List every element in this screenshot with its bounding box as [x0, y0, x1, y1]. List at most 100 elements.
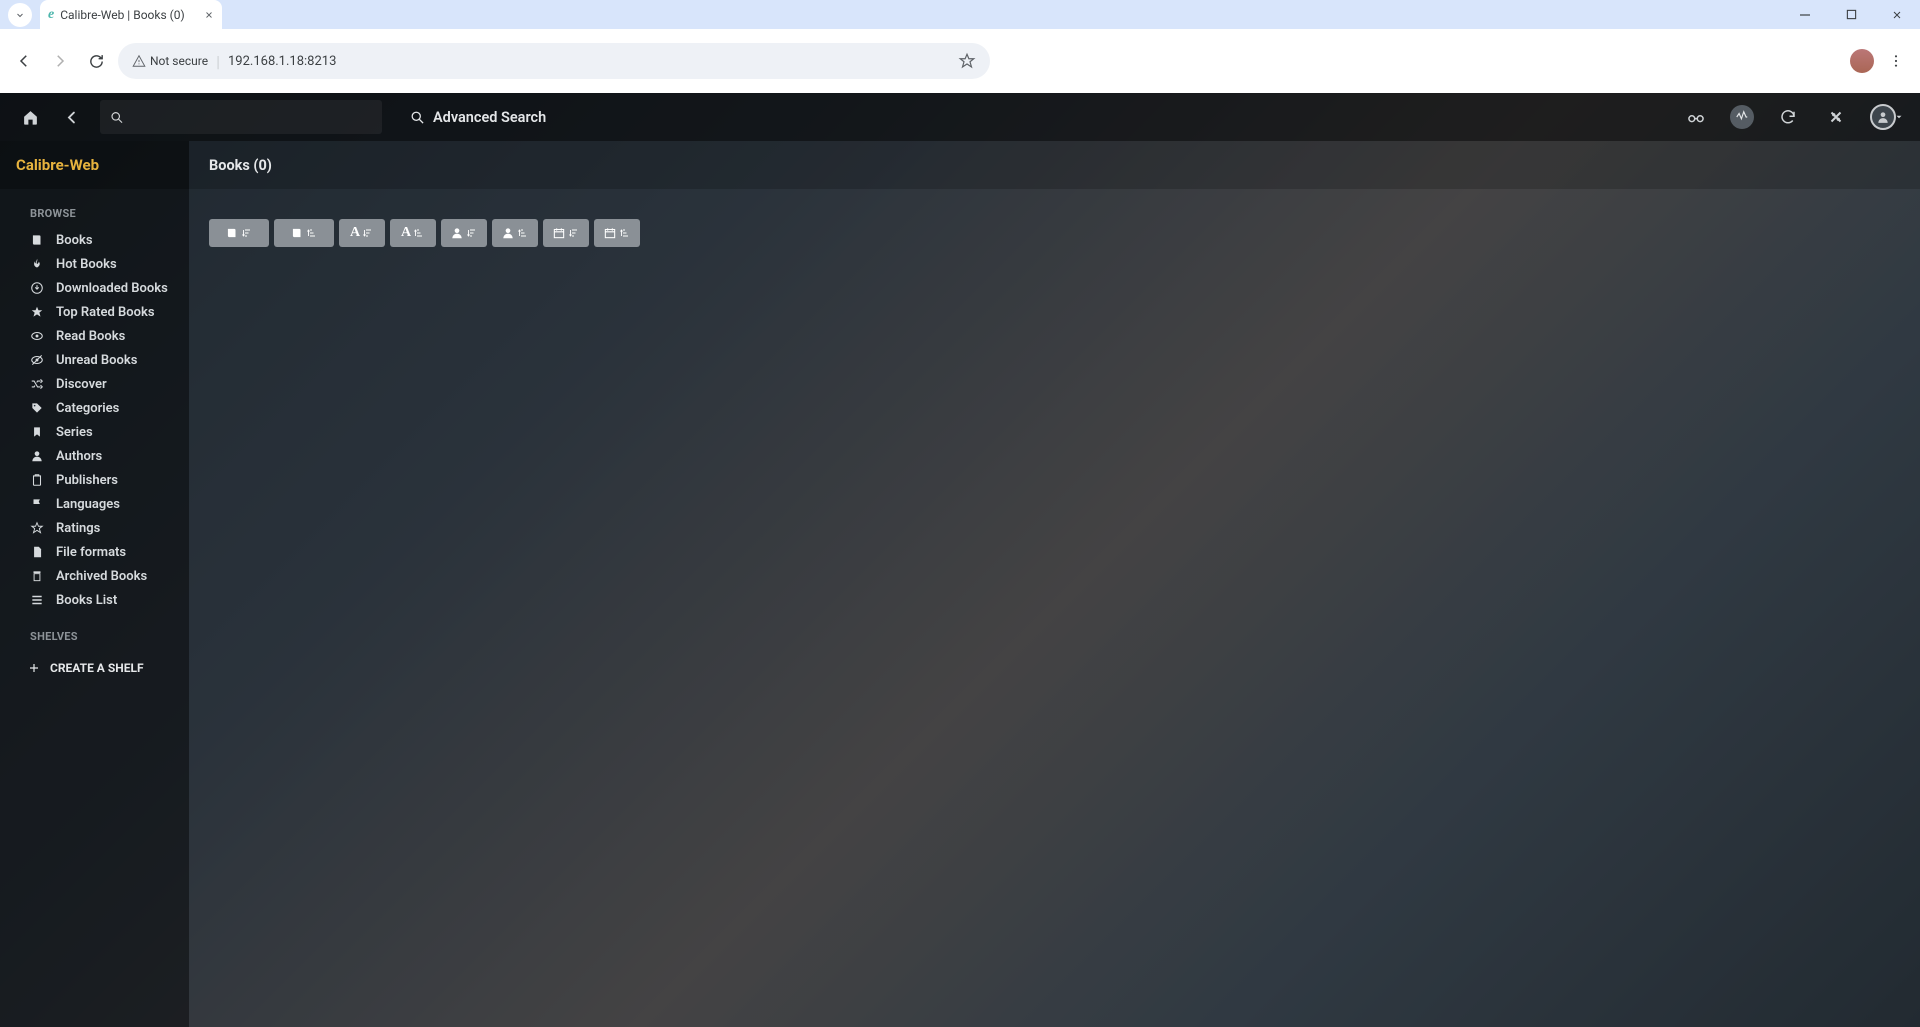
- download-icon: [30, 281, 44, 295]
- glasses-button[interactable]: [1682, 103, 1710, 131]
- minimize-button[interactable]: [1782, 0, 1828, 29]
- sort-book-asc-button[interactable]: [274, 219, 334, 247]
- address-bar[interactable]: Not secure | 192.168.1.18:8213: [118, 43, 990, 79]
- sidebar-item-label: Publishers: [56, 473, 118, 488]
- security-indicator[interactable]: Not secure: [132, 54, 208, 68]
- sidebar-item-label: Series: [56, 425, 93, 440]
- profile-menu[interactable]: [1870, 104, 1904, 130]
- page-title: Books (0): [189, 141, 1920, 189]
- sidebar-item-discover[interactable]: Discover: [0, 372, 189, 396]
- bookmark-star-icon[interactable]: [958, 52, 976, 70]
- sidebar-item-downloaded-books[interactable]: Downloaded Books: [0, 276, 189, 300]
- refresh-button[interactable]: [1774, 103, 1802, 131]
- app-back-button[interactable]: [58, 103, 86, 131]
- sidebar-item-label: Read Books: [56, 329, 125, 344]
- create-shelf-label: CREATE A SHELF: [50, 661, 144, 675]
- sidebar-item-label: Discover: [56, 377, 107, 392]
- sort-book-desc-button[interactable]: [209, 219, 269, 247]
- sidebar-item-hot-books[interactable]: Hot Books: [0, 252, 189, 276]
- browser-toolbar: Not secure | 192.168.1.18:8213: [0, 29, 1920, 93]
- sidebar-item-label: Books List: [56, 593, 117, 608]
- sort-date-desc-button[interactable]: [543, 219, 589, 247]
- eye-off-icon: [30, 353, 44, 367]
- sidebar: Calibre-Web BROWSE BooksHot Books Downloa…: [0, 141, 189, 1027]
- sidebar-item-label: Authors: [56, 449, 102, 464]
- sidebar-browse-label: BROWSE: [0, 189, 189, 228]
- profile-avatar[interactable]: [1850, 49, 1874, 73]
- home-button[interactable]: [16, 103, 44, 131]
- close-icon[interactable]: [204, 10, 214, 20]
- favicon-icon: e: [48, 7, 54, 23]
- user-icon: [30, 449, 44, 463]
- sort-date-asc-button[interactable]: [594, 219, 640, 247]
- sidebar-item-label: Ratings: [56, 521, 100, 536]
- sidebar-item-archived-books[interactable]: Archived Books: [0, 564, 189, 588]
- sidebar-item-label: Downloaded Books: [56, 281, 168, 296]
- file-icon: [30, 545, 44, 559]
- sidebar-item-top-rated-books[interactable]: Top Rated Books: [0, 300, 189, 324]
- sidebar-item-label: File formats: [56, 545, 126, 560]
- sidebar-shelves-label: SHELVES: [0, 612, 189, 651]
- sidebar-item-series[interactable]: Series: [0, 420, 189, 444]
- search-input[interactable]: [132, 109, 372, 125]
- window-controls: [1782, 0, 1920, 29]
- sidebar-item-unread-books[interactable]: Unread Books: [0, 348, 189, 372]
- tab-search-button[interactable]: [8, 3, 32, 27]
- eye-icon: [30, 329, 44, 343]
- app-brand[interactable]: Calibre-Web: [0, 141, 189, 189]
- sidebar-item-authors[interactable]: Authors: [0, 444, 189, 468]
- sidebar-item-books[interactable]: Books: [0, 228, 189, 252]
- caret-down-icon: [1894, 112, 1904, 122]
- sidebar-item-label: Top Rated Books: [56, 305, 155, 320]
- advanced-search-label: Advanced Search: [433, 109, 546, 126]
- tasks-button[interactable]: [1730, 105, 1754, 129]
- warning-icon: [132, 54, 146, 68]
- search-box[interactable]: [100, 100, 382, 134]
- reload-button[interactable]: [82, 47, 110, 75]
- close-window-button[interactable]: [1874, 0, 1920, 29]
- sort-toolbar: AA: [189, 189, 1920, 247]
- maximize-button[interactable]: [1828, 0, 1874, 29]
- flame-icon: [30, 257, 44, 271]
- sidebar-item-publishers[interactable]: Publishers: [0, 468, 189, 492]
- search-icon: [410, 110, 425, 125]
- tag-icon: [30, 401, 44, 415]
- sidebar-item-books-list[interactable]: Books List: [0, 588, 189, 612]
- book-icon: [30, 233, 44, 247]
- forward-button[interactable]: [46, 47, 74, 75]
- sort-user-asc-button[interactable]: [492, 219, 538, 247]
- content-pane: Books (0) AA: [189, 141, 1920, 1027]
- sort-letter-desc-button[interactable]: A: [339, 219, 385, 247]
- archive-icon: [30, 569, 44, 583]
- app-navbar: Advanced Search: [0, 93, 1920, 141]
- shuffle-icon: [30, 377, 44, 391]
- sort-user-desc-button[interactable]: [441, 219, 487, 247]
- admin-button[interactable]: [1822, 103, 1850, 131]
- browser-tab[interactable]: e Calibre-Web | Books (0): [40, 0, 222, 29]
- sidebar-item-languages[interactable]: Languages: [0, 492, 189, 516]
- sidebar-item-label: Unread Books: [56, 353, 137, 368]
- sidebar-item-label: Languages: [56, 497, 120, 512]
- back-button[interactable]: [10, 47, 38, 75]
- sidebar-item-read-books[interactable]: Read Books: [0, 324, 189, 348]
- user-avatar-icon: [1870, 104, 1896, 130]
- create-shelf-button[interactable]: CREATE A SHELF: [0, 651, 189, 679]
- browser-menu-button[interactable]: [1882, 47, 1910, 75]
- sidebar-item-label: Categories: [56, 401, 119, 416]
- browser-chrome: e Calibre-Web | Books (0) Not secure | 1…: [0, 0, 1920, 93]
- sidebar-item-ratings[interactable]: Ratings: [0, 516, 189, 540]
- sidebar-item-file-formats[interactable]: File formats: [0, 540, 189, 564]
- sort-letter-asc-button[interactable]: A: [390, 219, 436, 247]
- star-outline-icon: [30, 521, 44, 535]
- bookmark-icon: [30, 425, 44, 439]
- advanced-search-link[interactable]: Advanced Search: [410, 109, 546, 126]
- app-root: Advanced Search Calibre-Web BROWSE Books…: [0, 93, 1920, 1027]
- chevron-down-icon: [14, 9, 26, 21]
- sidebar-item-label: Archived Books: [56, 569, 147, 584]
- security-label: Not secure: [150, 54, 208, 68]
- sidebar-item-categories[interactable]: Categories: [0, 396, 189, 420]
- search-icon: [110, 110, 124, 125]
- url-text: 192.168.1.18:8213: [228, 54, 336, 69]
- star-icon: [30, 305, 44, 319]
- tab-strip: e Calibre-Web | Books (0): [0, 0, 1920, 29]
